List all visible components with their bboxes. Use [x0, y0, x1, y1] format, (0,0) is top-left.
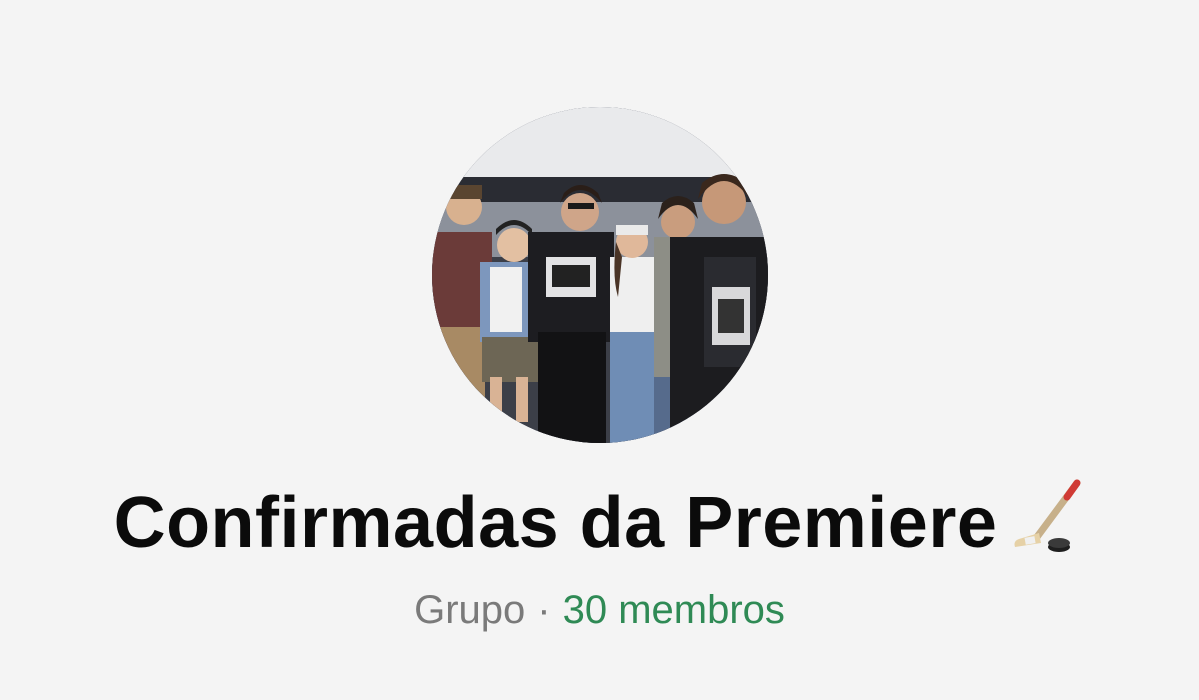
member-count-link[interactable]: 30 membros — [563, 588, 785, 632]
group-subtitle: Grupo · 30 membros — [0, 584, 1199, 636]
hockey-stick-and-puck-icon — [1011, 477, 1085, 557]
group-title: Confirmadas da Premiere — [113, 483, 998, 563]
separator-dot: · — [537, 588, 551, 632]
group-photo-image — [432, 107, 768, 443]
group-avatar[interactable] — [432, 107, 768, 443]
group-type-label: Grupo — [414, 588, 526, 632]
group-title-row: Confirmadas da Premiere — [0, 478, 1199, 568]
